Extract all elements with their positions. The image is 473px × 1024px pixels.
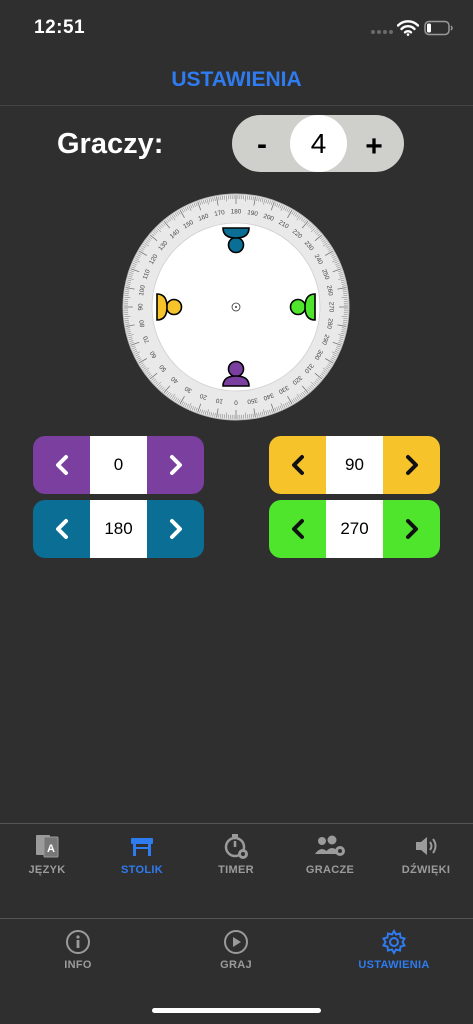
gear-icon (381, 929, 407, 955)
rotation-control-green: 270 (269, 500, 440, 558)
settings-tab-bar: A JĘZYK STOLIK TIMER GRACZE DŹWIĘKI (0, 823, 473, 918)
rotation-control-yellow: 90 (269, 436, 440, 494)
page-title: USTAWIENIA (171, 68, 302, 91)
tab-table[interactable]: STOLIK (112, 832, 172, 876)
dial-tick-label: 270 (328, 302, 335, 313)
language-icon: A (36, 835, 59, 858)
rotation-control-purple: 0 (33, 436, 204, 494)
rotation-control-blue: 180 (33, 500, 204, 558)
tab-play[interactable]: GRAJ (206, 929, 266, 971)
players-count-value: 4 (290, 115, 347, 172)
tab-settings[interactable]: USTAWIENIA (349, 929, 439, 971)
rotate-yellow-increase-button[interactable] (383, 436, 440, 494)
rotation-green-value: 270 (326, 500, 383, 558)
table-dial: 0102030405060708090100110120130140150160… (122, 193, 350, 421)
signal-icon (371, 30, 395, 35)
tab-timer[interactable]: TIMER (208, 832, 264, 876)
chevron-left-icon (55, 519, 68, 539)
home-indicator (152, 1008, 321, 1013)
table-icon (131, 838, 153, 856)
dial-tick-label: 0 (234, 399, 238, 406)
play-icon (224, 930, 248, 954)
tab-players[interactable]: GRACZE (300, 832, 360, 876)
decrease-players-button[interactable]: - (252, 130, 272, 160)
rotate-green-increase-button[interactable] (383, 500, 440, 558)
rotate-purple-increase-button[interactable] (147, 436, 204, 494)
wifi-icon (397, 20, 419, 36)
info-icon (66, 930, 90, 954)
timer-icon (224, 834, 248, 859)
rotate-green-decrease-button[interactable] (269, 500, 326, 558)
tab-language[interactable]: A JĘZYK (22, 832, 72, 876)
rotate-purple-decrease-button[interactable] (33, 436, 90, 494)
dial-tick-label: 180 (231, 209, 242, 216)
dial-tick-label: 90 (138, 303, 145, 311)
battery-icon (424, 20, 453, 36)
chevron-left-icon (291, 455, 304, 475)
rotation-yellow-value: 90 (326, 436, 383, 494)
tab-info[interactable]: INFO (48, 929, 108, 971)
rotate-blue-increase-button[interactable] (147, 500, 204, 558)
rotation-purple-value: 0 (90, 436, 147, 494)
increase-players-button[interactable]: + (362, 132, 386, 162)
rotate-blue-decrease-button[interactable] (33, 500, 90, 558)
chevron-right-icon (405, 519, 418, 539)
chevron-left-icon (55, 455, 68, 475)
rotate-yellow-decrease-button[interactable] (269, 436, 326, 494)
nav-header: USTAWIENIA (0, 56, 473, 106)
tab-sounds[interactable]: DŹWIĘKI (396, 832, 456, 876)
rotation-blue-value: 180 (90, 500, 147, 558)
speaker-icon (416, 837, 437, 855)
status-time: 12:51 (34, 17, 86, 38)
chevron-right-icon (169, 519, 182, 539)
chevron-right-icon (405, 455, 418, 475)
players-label: Graczy: (57, 128, 164, 160)
chevron-right-icon (169, 455, 182, 475)
status-bar: 12:51 (0, 0, 473, 56)
chevron-left-icon (291, 519, 304, 539)
players-icon (315, 835, 345, 856)
svg-text:A: A (47, 843, 55, 855)
